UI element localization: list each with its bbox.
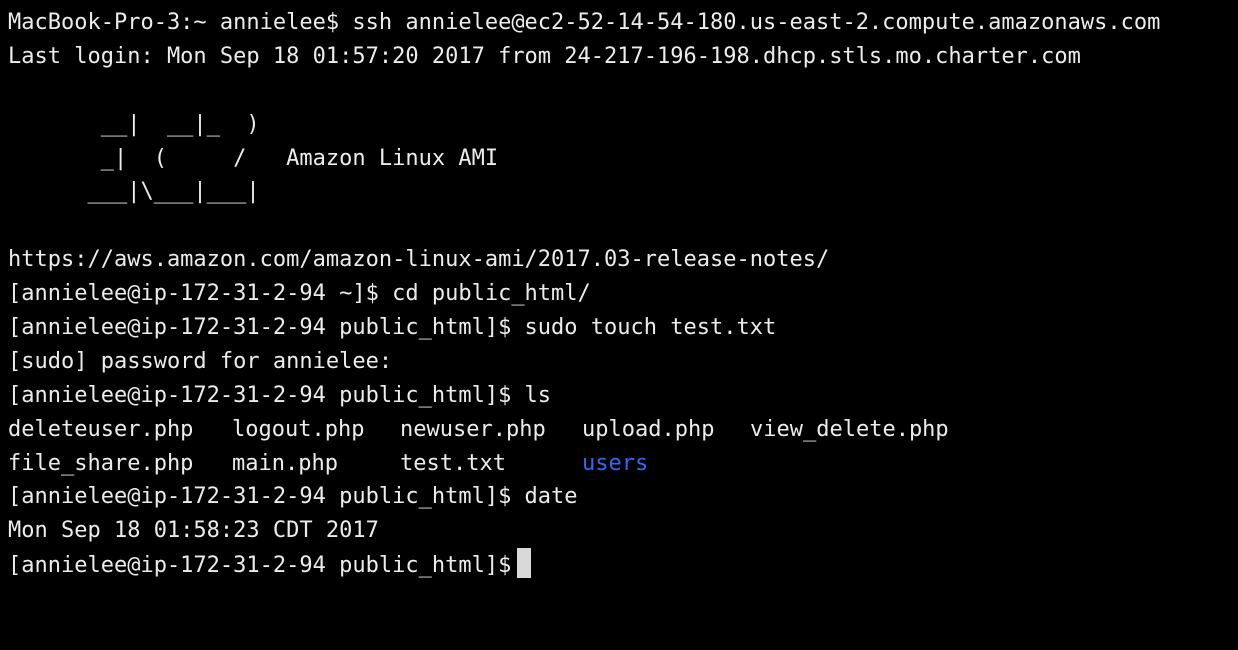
terminal-line-date-output: Mon Sep 18 01:58:23 CDT 2017 (8, 518, 379, 544)
ls-entry-directory: users (582, 450, 649, 476)
ascii-banner-line-2: _| ( / Amazon Linux AMI (8, 145, 499, 171)
terminal-line-ls-command: [annielee@ip-172-31-2-94 public_html]$ l… (8, 382, 552, 408)
terminal-line-sudo-touch-command: [annielee@ip-172-31-2-94 public_html]$ s… (8, 315, 777, 341)
ascii-banner-line-3: ___|\___|___| (8, 179, 260, 205)
terminal-line-ssh-command: MacBook-Pro-3:~ annielee$ ssh annielee@e… (8, 10, 1161, 35)
terminal-current-prompt-line[interactable]: [annielee@ip-172-31-2-94 public_html]$ (8, 548, 1238, 582)
ls-output-row: deleteuser.php logout.php newuser.php up… (8, 413, 1238, 447)
text-cursor (517, 548, 532, 579)
ls-entry-file: view_delete.php (750, 416, 949, 442)
ls-output-row: file_share.php main.php test.txt users (8, 447, 1238, 481)
ls-entry-file: newuser.php (400, 416, 546, 442)
ls-entry-file: file_share.php (8, 450, 194, 476)
terminal-line-date-command: [annielee@ip-172-31-2-94 public_html]$ d… (8, 484, 578, 510)
ls-entry-file: main.php (232, 450, 338, 476)
terminal-window[interactable]: MacBook-Pro-3:~ annielee$ ssh annielee@e… (0, 0, 1238, 614)
ls-entry-file: upload.php (582, 416, 715, 442)
ls-entry-file: logout.php (232, 416, 365, 442)
ls-entry-file: test.txt (400, 450, 506, 476)
ascii-banner-line-1: __| __|_ ) (8, 111, 260, 137)
shell-prompt: [annielee@ip-172-31-2-94 public_html]$ (8, 553, 512, 579)
terminal-line-sudo-password-prompt: [sudo] password for annielee: (8, 348, 393, 374)
terminal-line-release-notes-url: https://aws.amazon.com/amazon-linux-ami/… (8, 247, 830, 273)
terminal-line-last-login: Last login: Mon Sep 18 01:57:20 2017 fro… (8, 43, 1081, 69)
ls-entry-file: deleteuser.php (8, 416, 194, 442)
terminal-line-cd-command: [annielee@ip-172-31-2-94 ~]$ cd public_h… (8, 281, 591, 307)
